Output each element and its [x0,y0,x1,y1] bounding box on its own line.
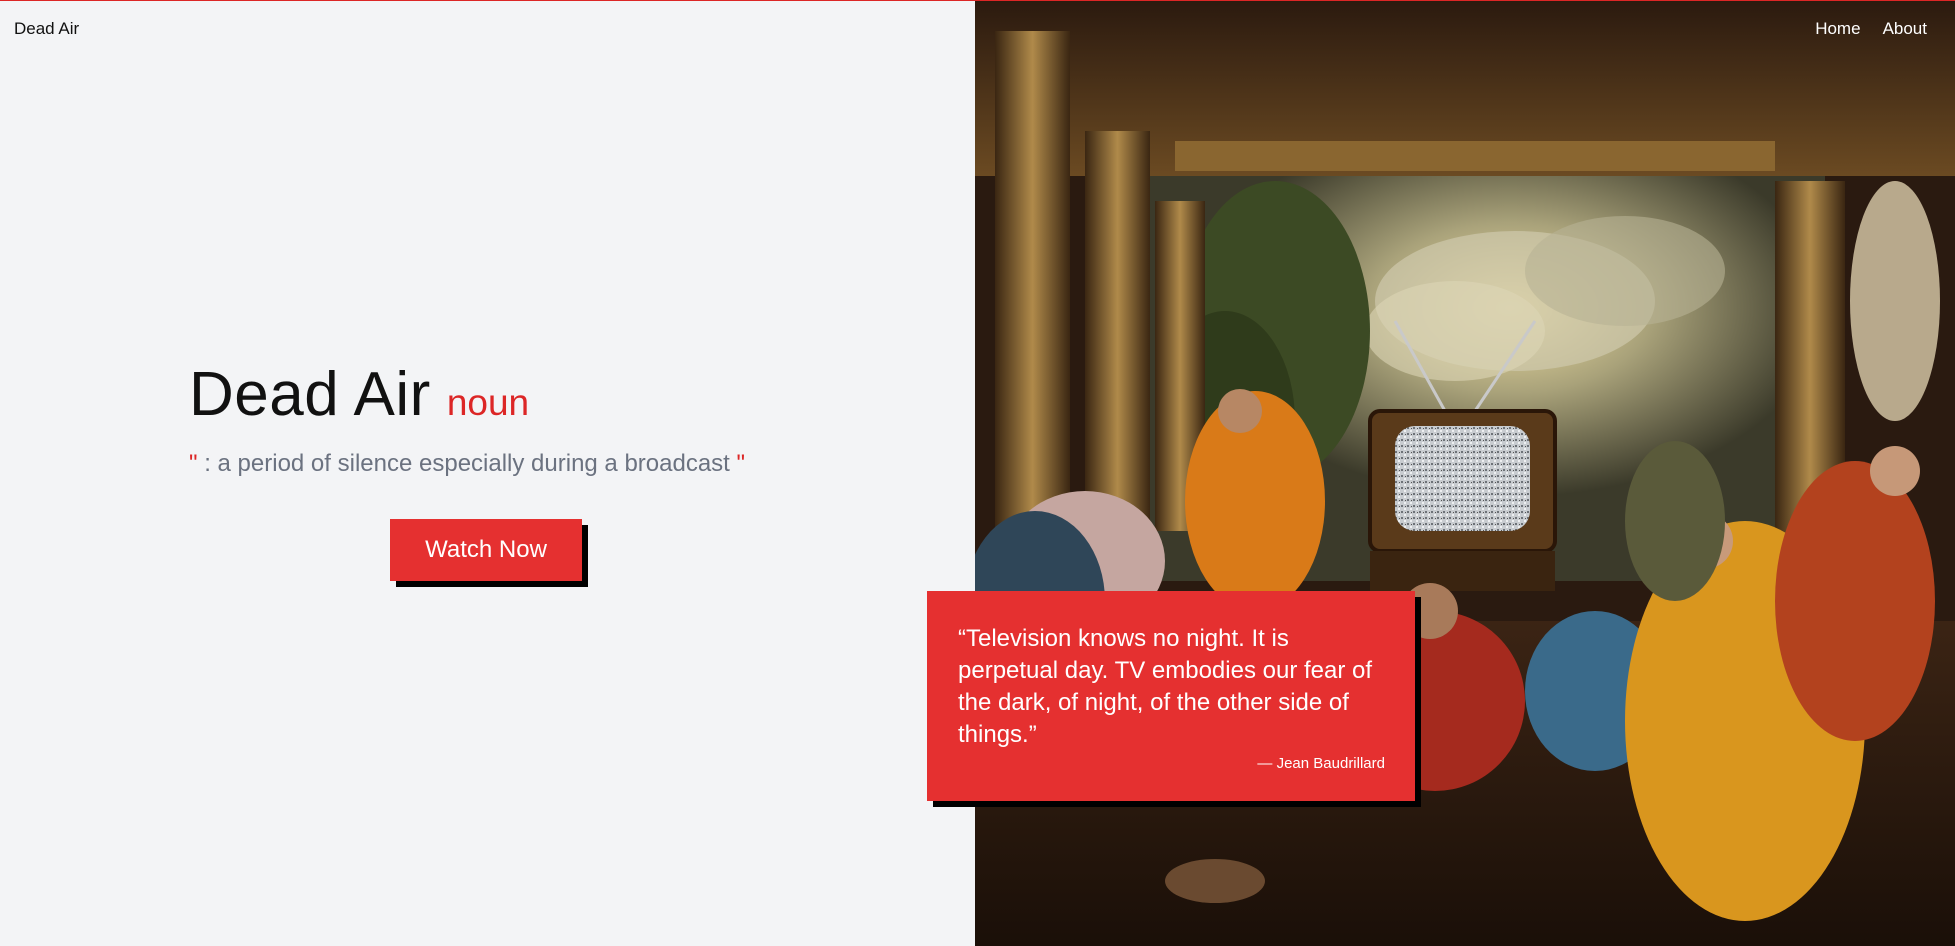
hero-panel: Dead Air noun " : a period of silence es… [0,1,975,946]
baroque-painting-image [975,1,1955,946]
quote-text: “Television knows no night. It is perpet… [958,625,1373,748]
nav-about[interactable]: About [1883,19,1927,39]
quote-card: “Television knows no night. It is perpet… [927,591,1415,801]
painting-panel [975,1,1955,946]
quote-mark-close: " [736,450,746,477]
watch-now-button[interactable]: Watch Now [390,519,582,581]
part-of-speech: noun [446,382,530,423]
hero-content: Dead Air noun " : a period of silence es… [189,359,809,581]
nav-home[interactable]: Home [1815,19,1860,39]
definition: " : a period of silence especially durin… [189,450,809,478]
quote-mark-open: " [189,450,198,477]
hero-title: Dead Air [189,360,431,429]
title-line: Dead Air noun [189,359,809,430]
top-nav: Home About [1815,19,1927,39]
page: Dead Air noun " : a period of silence es… [0,0,1955,946]
quote-author: — Jean Baudrillard [1257,755,1385,772]
brand-link[interactable]: Dead Air [14,19,79,39]
definition-text: : a period of silence especially during … [197,450,737,477]
